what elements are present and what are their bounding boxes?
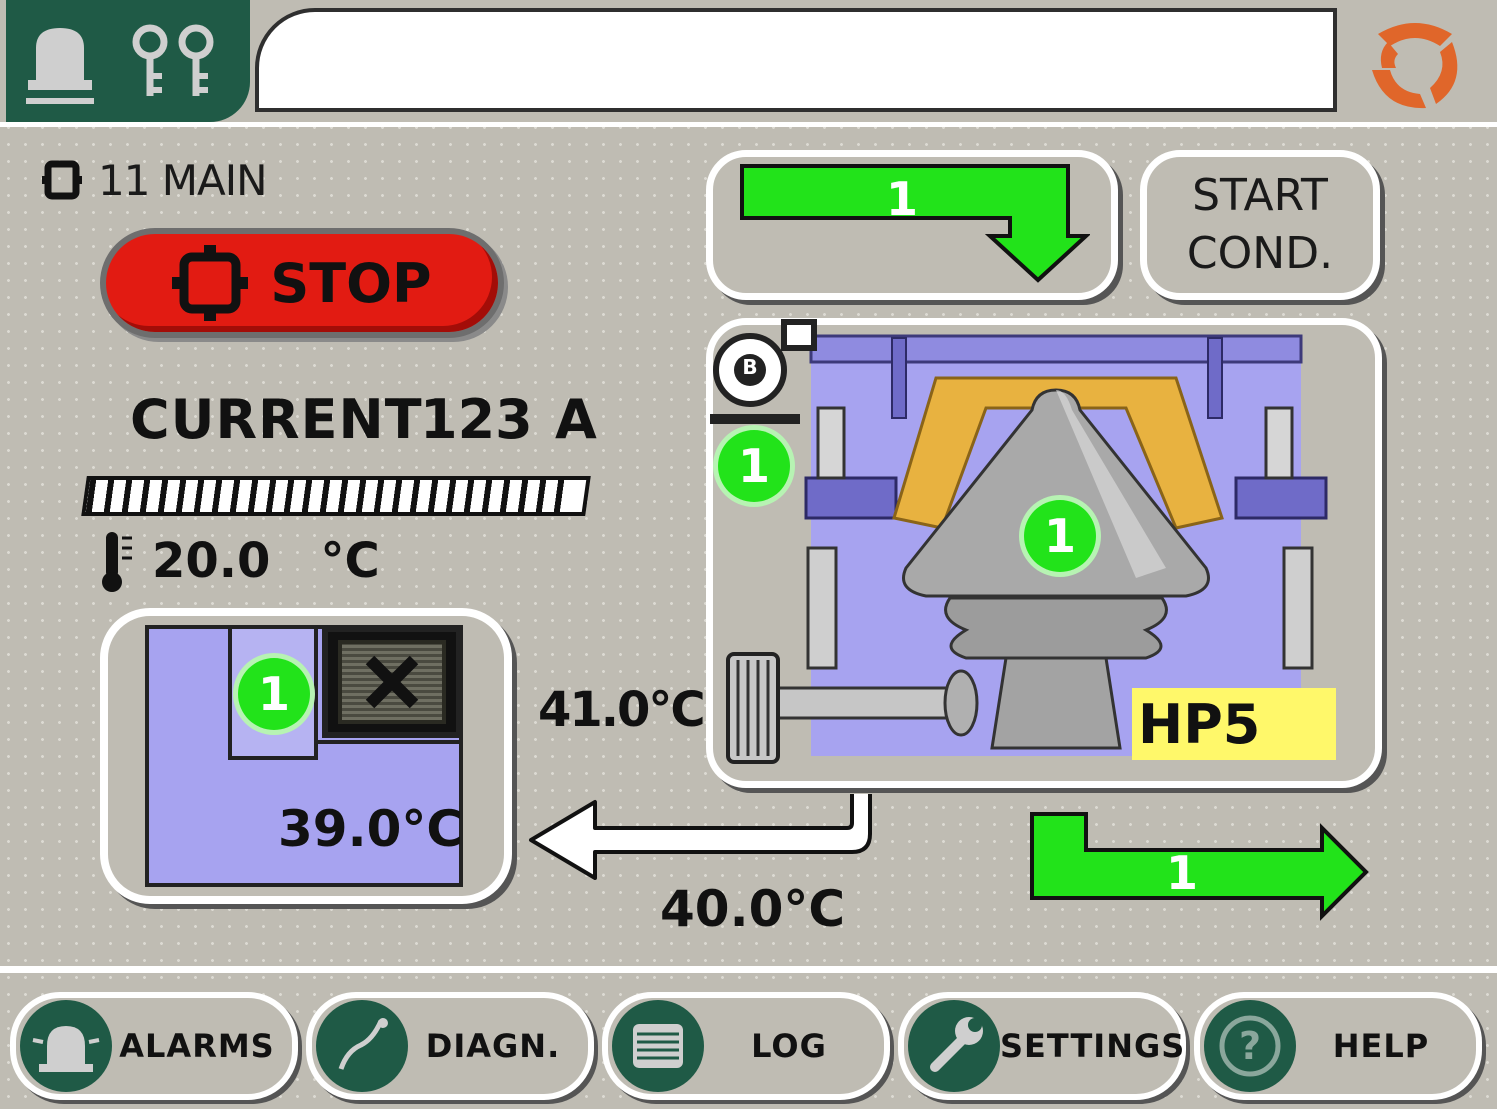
pump-status-badge: 1 (718, 430, 790, 502)
return-line-arrow (529, 794, 872, 880)
start-conditions-button[interactable]: START COND. (1140, 150, 1380, 300)
nav-help-label: HELP (1332, 1027, 1430, 1065)
pump-motor-symbol: B (742, 355, 758, 379)
nav-settings-button[interactable]: SETTINGS (898, 992, 1186, 1100)
tank-status-badge: 1 (238, 658, 310, 730)
diagnostics-probe-icon (316, 1000, 408, 1092)
operating-mode: 11 MAIN (40, 150, 268, 210)
crusher-status-badge: 1 (1024, 500, 1096, 572)
nav-diagn-button[interactable]: DIAGN. (306, 992, 594, 1100)
top-bar-divider (0, 122, 1497, 127)
start-cond-line2: COND. (1186, 228, 1334, 279)
help-question-icon: ? (1204, 1000, 1296, 1092)
bottom-divider (0, 966, 1497, 973)
nav-log-label: LOG (751, 1027, 827, 1065)
return-oil-temperature: 40.0°C (660, 880, 846, 938)
alarm-bell-icon (26, 28, 94, 104)
oil-heater (322, 626, 462, 738)
stop-button[interactable]: STOP (100, 228, 504, 338)
operating-mode-label: 11 MAIN (98, 155, 268, 205)
current-value: 123 (420, 388, 533, 451)
current-unit: A (555, 388, 597, 451)
oil-temp-value: 20.0 (152, 533, 271, 589)
current-bar-fill (85, 480, 567, 512)
supply-oil-temperature: 41.0°C (538, 682, 706, 738)
nav-diagn-label: DIAGN. (425, 1027, 561, 1065)
service-tab[interactable] (110, 0, 250, 122)
stop-button-label: STOP (270, 251, 432, 315)
feed-status-value: 1 (885, 172, 918, 226)
crusher-model-label: HP5 (1132, 688, 1336, 760)
alarm-siren-icon (20, 1000, 112, 1092)
nav-help-button[interactable]: ? HELP (1194, 992, 1482, 1100)
svg-text:?: ? (1239, 1024, 1261, 1068)
discharge-status-value: 1 (1165, 846, 1198, 900)
service-keys-icon (132, 24, 214, 96)
wrench-icon (908, 1000, 1000, 1092)
heater-off-icon (365, 655, 419, 709)
oil-temp-unit: °C (320, 533, 380, 589)
current-bar (81, 476, 591, 516)
oil-temperature: 20.0 °C (96, 528, 380, 594)
nav-log-button[interactable]: LOG (602, 992, 890, 1100)
nav-alarms-label: ALARMS (119, 1027, 275, 1065)
log-list-icon (612, 1000, 704, 1092)
alarm-tab[interactable] (6, 0, 117, 122)
thermometer-icon (102, 532, 132, 592)
cycle-stop-icon (172, 245, 249, 321)
brand-logo (1372, 23, 1458, 109)
message-field (255, 8, 1337, 112)
nav-alarms-button[interactable]: ALARMS (10, 992, 298, 1100)
tank-temperature: 39.0°C (278, 800, 464, 858)
oil-tank-divider (314, 740, 463, 744)
start-cond-line1: START (1192, 170, 1328, 221)
current-label: CURRENT (130, 388, 423, 451)
nav-settings-label: SETTINGS (1000, 1027, 1186, 1065)
cycle-mode-icon (42, 160, 82, 200)
